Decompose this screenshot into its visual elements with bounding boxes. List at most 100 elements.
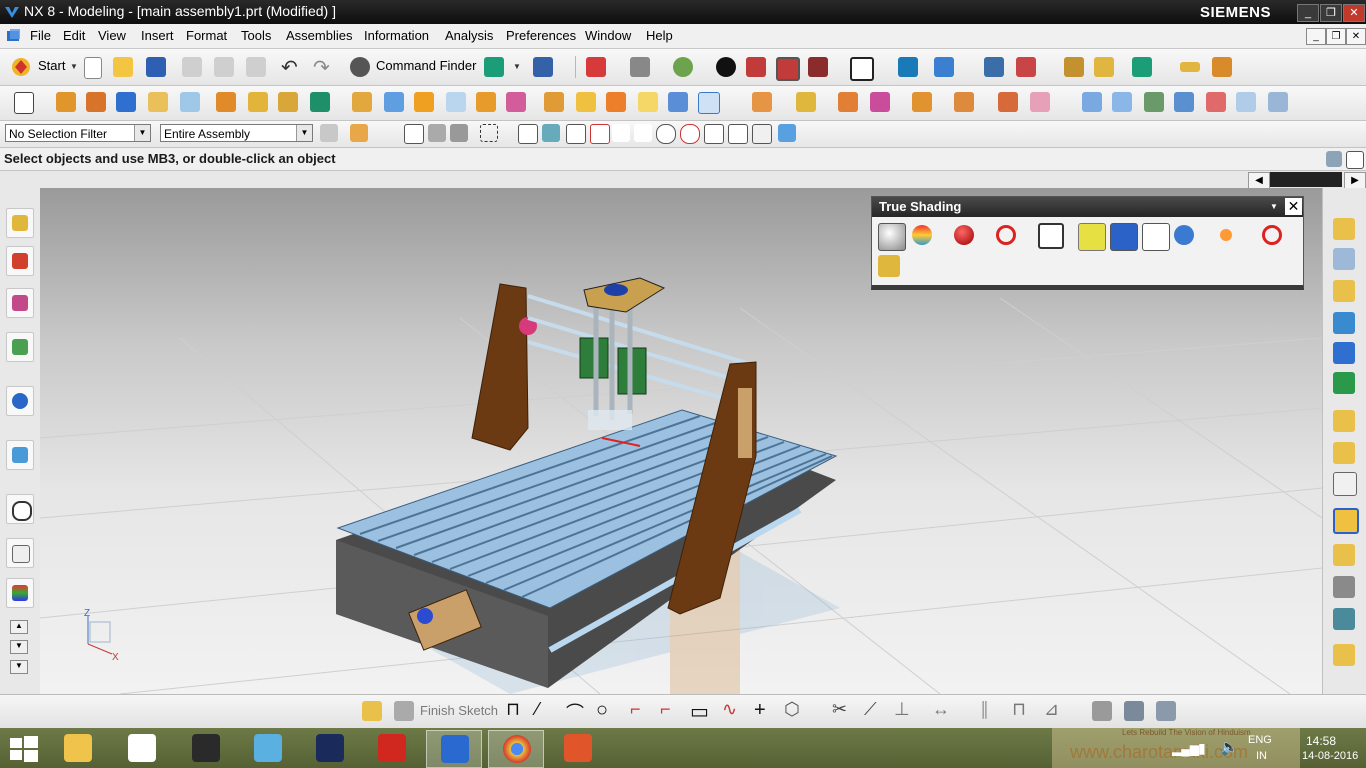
control-point-icon[interactable] [612,124,630,142]
block-icon[interactable] [116,92,136,112]
exploded-views-icon[interactable] [1333,644,1355,666]
scroll-left-icon[interactable]: ◀ [1248,172,1270,189]
profile-icon[interactable]: ⊓ [506,699,520,720]
taskbar-nx[interactable] [426,730,482,768]
finish-sketch-button[interactable]: Finish Sketch [420,703,498,718]
reattach-icon[interactable] [1124,701,1144,721]
select-body-icon[interactable] [450,124,468,142]
quadrant-icon[interactable] [680,124,700,144]
scroll-right-icon[interactable]: ▶ [1344,172,1366,189]
taskbar-chrome[interactable] [488,730,544,768]
signal-icon[interactable]: ▂▄▆ [1172,742,1199,756]
roles-tab[interactable] [6,578,34,608]
window-maximize-button[interactable]: ❐ [1320,4,1342,22]
taskbar-app-1[interactable] [178,730,232,766]
selection-arrow-icon[interactable] [484,57,504,77]
clock-time[interactable]: 14:58 [1306,734,1336,748]
new-component-icon[interactable] [1333,248,1355,270]
circle-icon[interactable]: ○ [596,699,608,722]
filter-settings-icon[interactable] [320,124,338,142]
wave-link-icon[interactable] [998,92,1018,112]
menu-information[interactable]: Information [364,28,429,43]
history-tab[interactable] [6,494,34,524]
wave-geometry-icon[interactable] [1333,608,1355,630]
assembly-navigator-icon[interactable] [984,57,1004,77]
bounded-plane-icon[interactable] [1236,92,1256,112]
scroll-thumb[interactable] [1270,172,1342,187]
copy-icon[interactable] [214,57,234,77]
open-folder-icon[interactable] [113,57,133,77]
studio-surface-icon[interactable] [1268,92,1288,112]
chain-link-icon[interactable] [1333,544,1355,566]
ruler-icon[interactable] [1180,62,1200,72]
line-icon[interactable]: ⁄ [536,699,539,720]
assembly-navigator-tab[interactable] [6,208,34,238]
swept-icon[interactable] [1144,92,1164,112]
chamfer-icon[interactable]: ⌐ [660,699,671,720]
reuse-library-tab[interactable] [6,332,34,362]
select-arrow-icon[interactable] [1132,57,1152,77]
selection-intent-icon[interactable] [350,124,368,142]
windows-start-icon[interactable] [10,736,38,762]
sketch-icon[interactable] [14,92,34,114]
menu-format[interactable]: Format [186,28,227,43]
drafting-icon[interactable] [1212,57,1232,77]
thicken-icon[interactable] [606,92,626,112]
scroll-up-icon[interactable]: ▲ [10,620,28,634]
rectangle-icon[interactable]: ▭ [690,699,709,724]
new-file-icon[interactable] [84,57,102,79]
chamfer-icon[interactable] [384,92,404,112]
selection-filter-select[interactable]: No Selection Filter ▼ [5,124,151,142]
unite-icon[interactable] [278,92,298,112]
paste-icon[interactable] [246,57,266,77]
wcs-icon[interactable] [934,57,954,77]
snap-view-icon[interactable] [533,57,553,77]
ruled-icon[interactable] [1174,92,1194,112]
taskbar-app-3[interactable] [550,730,604,766]
shadow-icon[interactable] [1110,223,1138,251]
add-component-icon[interactable] [1333,218,1355,240]
effects-icon[interactable] [1216,225,1236,245]
resize-icon[interactable] [1346,151,1364,169]
taskbar-solidworks[interactable] [364,730,418,766]
cut-icon[interactable] [182,57,202,77]
quick-extend-icon[interactable]: ⟋ [864,699,877,720]
true-shading-toggle-icon[interactable] [878,223,906,251]
scale-body-icon[interactable] [576,92,596,112]
add-component-icon[interactable] [752,92,772,112]
point-on-surface-icon[interactable] [752,124,772,144]
arc-icon[interactable]: ⌒ [566,699,584,725]
display-mode-icon[interactable] [716,57,736,77]
sequence-icon[interactable] [1333,576,1355,598]
point-on-curve-icon[interactable] [728,124,748,144]
window-minimize-button[interactable]: _ [1297,4,1319,22]
deselect-all-icon[interactable] [404,124,424,144]
background-icon[interactable] [850,57,874,81]
scroll-end-icon[interactable]: ▼ [10,660,28,674]
command-finder-button[interactable]: Command Finder [376,58,476,73]
language-indicator[interactable]: ENG [1248,734,1272,746]
snap-point-icon[interactable] [518,124,538,144]
extrude-icon[interactable] [56,92,76,112]
analysis-icon[interactable] [1094,57,1114,77]
save-icon[interactable] [146,57,166,77]
taskbar-3ds-max[interactable] [302,730,356,766]
draft-icon[interactable] [446,92,466,112]
redo-icon[interactable]: ↷ [313,55,330,80]
pattern-icon[interactable] [216,92,236,112]
split-body-icon[interactable] [506,92,526,112]
move-component-icon[interactable] [796,92,816,112]
measure-icon[interactable] [1064,57,1084,77]
through-curves-icon[interactable] [1112,92,1132,112]
volume-icon[interactable]: 🔈 [1220,738,1239,756]
menu-tools[interactable]: Tools [241,28,271,43]
wireframe-box-icon[interactable] [698,92,720,114]
check-clearance-icon[interactable] [1333,508,1359,534]
shaded-cube-icon[interactable] [746,57,766,77]
studio-spline-icon[interactable]: ∿ [722,699,737,720]
arc-center-icon[interactable] [656,124,676,144]
trim-body-icon[interactable] [476,92,496,112]
menu-edit[interactable]: Edit [63,28,85,43]
mirror-icon[interactable] [248,92,268,112]
background-white-icon[interactable] [1038,223,1064,249]
